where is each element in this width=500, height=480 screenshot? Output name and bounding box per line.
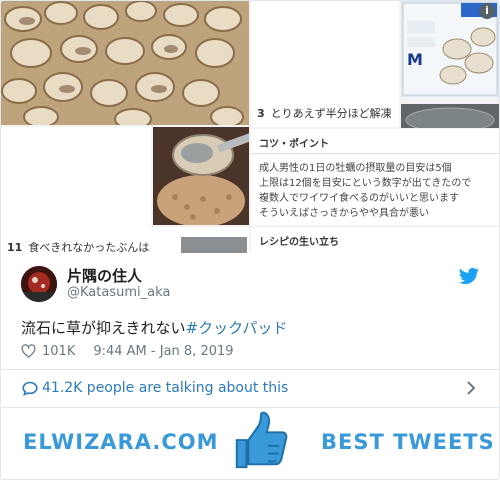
step-panel-blank-2 — [1, 127, 151, 227]
twitter-bird-icon[interactable] — [459, 267, 479, 285]
tips-title: コツ・ポイント — [259, 139, 329, 150]
tips-divider — [251, 153, 499, 154]
like-count[interactable]: 101K — [42, 344, 75, 359]
author-handle[interactable]: @Katasumi_aka — [67, 285, 170, 300]
step-text-11: 11 食べきれなかったぶんは — [7, 239, 149, 253]
thumbs-up-icon — [235, 411, 288, 469]
tips-line: 複数人でワイワイ食べるのがいいと思います — [259, 193, 459, 204]
tweet-body: 流石に草が抑えきれない — [21, 319, 186, 337]
tweet-timestamp[interactable]: 9:44 AM - Jan 8, 2019 — [93, 344, 233, 359]
step-text-3: 3 とりあえず半分ほど解凍 — [257, 105, 392, 121]
recipe-origin-title: レシピの生い立ち — [259, 237, 339, 248]
banner-tagline: BEST TWEETS — [321, 430, 495, 454]
step-number: 11 — [7, 241, 23, 253]
tips-panel: コツ・ポイント 成人男性の1日の牡蠣の摂取量の目安は5個 上限は12個を目安にと… — [251, 129, 499, 225]
chevron-right-icon — [467, 381, 475, 395]
hashtag-link[interactable]: #クックパッド — [186, 319, 288, 337]
oysters-photo — [1, 1, 249, 125]
step-number: 3 — [257, 107, 265, 120]
divider — [1, 407, 499, 408]
tweet-meta: 101K 9:44 AM - Jan 8, 2019 — [21, 342, 234, 360]
recipe-origin-panel: レシピの生い立ち — [251, 227, 499, 253]
tips-line: 上限は12個を目安にという数字が出てきたので — [259, 178, 472, 189]
conversation-count: 41.2K people are talking about this — [42, 380, 289, 396]
avatar[interactable] — [21, 266, 57, 302]
step-description: とりあえず半分ほど解凍 — [270, 107, 392, 120]
heart-icon[interactable] — [21, 344, 36, 358]
tweet-card: M 3 とりあえず半分ほど解凍 コツ・ポイント 成人男性の1日の牡蠣の摂取量の目… — [0, 0, 500, 480]
tips-line: そういえばさっきからやや具合が悪い — [259, 208, 429, 219]
conversation-link[interactable]: 41.2K people are talking about this — [1, 369, 499, 407]
tips-line: 成人男性の1日の牡蠣の摂取量の目安は5個 — [259, 163, 452, 174]
info-icon[interactable]: i — [479, 3, 495, 19]
bowl-photo — [401, 104, 499, 128]
site-brand: ELWIZARA.COM — [23, 430, 219, 454]
oyster-spoon-photo — [153, 127, 249, 225]
package-size-label: M — [407, 50, 423, 69]
step-description: 食べきれなかったぶんは — [28, 241, 150, 253]
tweet-text: 流石に草が抑えきれない#クックパッド — [21, 317, 287, 338]
tweet-media-image[interactable]: M 3 とりあえず半分ほど解凍 コツ・ポイント 成人男性の1日の牡蠣の摂取量の目… — [1, 1, 499, 253]
author-display-name[interactable]: 片隅の住人 — [67, 265, 142, 286]
step-11-photo — [181, 237, 247, 253]
step-panel-blank — [251, 1, 399, 97]
speech-bubble-icon — [22, 381, 38, 396]
